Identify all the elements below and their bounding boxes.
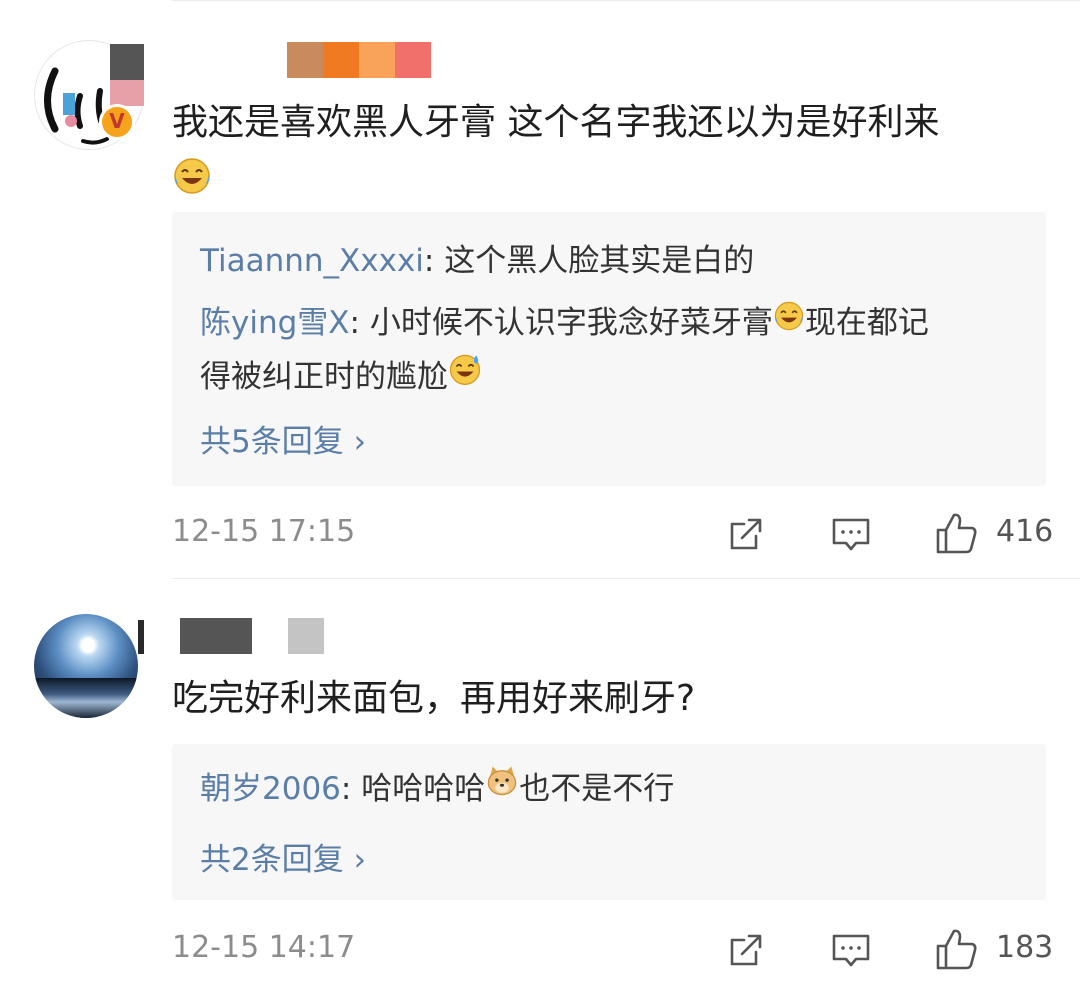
laughing-crying-emoji [172,156,212,200]
avatar-censor [110,80,144,106]
username-censor [323,42,359,78]
doge-emoji [485,761,519,815]
username-censor [287,42,323,78]
avatar-censor [110,44,144,80]
reply-text: 小时候不认识字我念好菜牙膏 [369,305,773,341]
share-icon[interactable] [726,930,766,974]
thumbs-up-icon[interactable] [934,926,980,976]
reply-text: 哈哈哈哈 [361,771,486,807]
reply-item[interactable]: 朝岁2006: 哈哈哈哈 也不是不行 [200,762,674,818]
thumbs-up-icon[interactable] [934,510,980,560]
reply-username[interactable]: 陈ying雪X [200,305,350,341]
reply-box: Tiaannn_Xxxxi: 这个黑人脸其实是白的 陈ying雪X: 小时候不认… [172,212,1046,486]
reply-text: 这个黑人脸其实是白的 [444,243,755,279]
avatar-horizon [34,678,138,718]
laughing-crying-emoji [773,295,805,349]
reply-item[interactable]: Tiaannn_Xxxxi: 这个黑人脸其实是白的 [200,234,754,288]
comment-text: 吃完好利来面包，再用好来刷牙? [172,678,696,719]
comment-icon[interactable] [830,930,872,974]
comment-timestamp: 12-15 17:15 [172,514,356,549]
more-replies-link[interactable]: 共2条回复 › [200,834,366,879]
reply-username[interactable]: Tiaannn_Xxxxi [200,243,424,279]
reply-text-continued: 得被纠正时的尴尬 [200,350,482,406]
reply-box: 朝岁2006: 哈哈哈哈 也不是不行 共2条回复 › [172,744,1046,900]
reply-text: 现在都记 [804,305,929,341]
sweat-smile-emoji [448,349,482,403]
reply-separator: : [340,771,362,807]
share-icon[interactable] [726,514,766,558]
user-avatar[interactable] [34,614,138,718]
comment-divider [172,578,1080,579]
top-divider [172,0,1080,1]
username-censor [180,618,252,654]
more-replies-link[interactable]: 共5条回复 › [200,416,366,461]
verified-badge-icon: V [99,104,135,140]
comment-text: 我还是喜欢黑人牙膏 这个名字我还以为是好利来 [172,102,940,143]
comment-timestamp: 12-15 14:17 [172,930,356,965]
avatar-censor [138,620,144,654]
reply-username[interactable]: 朝岁2006 [200,771,341,807]
reply-separator: : [349,305,370,341]
reply-separator: : [423,243,445,279]
username-censor [395,42,431,78]
username-censor [359,42,395,78]
username-censor [288,618,324,654]
comment-icon[interactable] [830,514,872,558]
reply-text: 也不是不行 [519,771,675,807]
like-count: 183 [996,930,1054,965]
reply-item[interactable]: 陈ying雪X: 小时候不认识字我念好菜牙膏 现在都记 [200,296,929,352]
like-count: 416 [996,514,1054,549]
